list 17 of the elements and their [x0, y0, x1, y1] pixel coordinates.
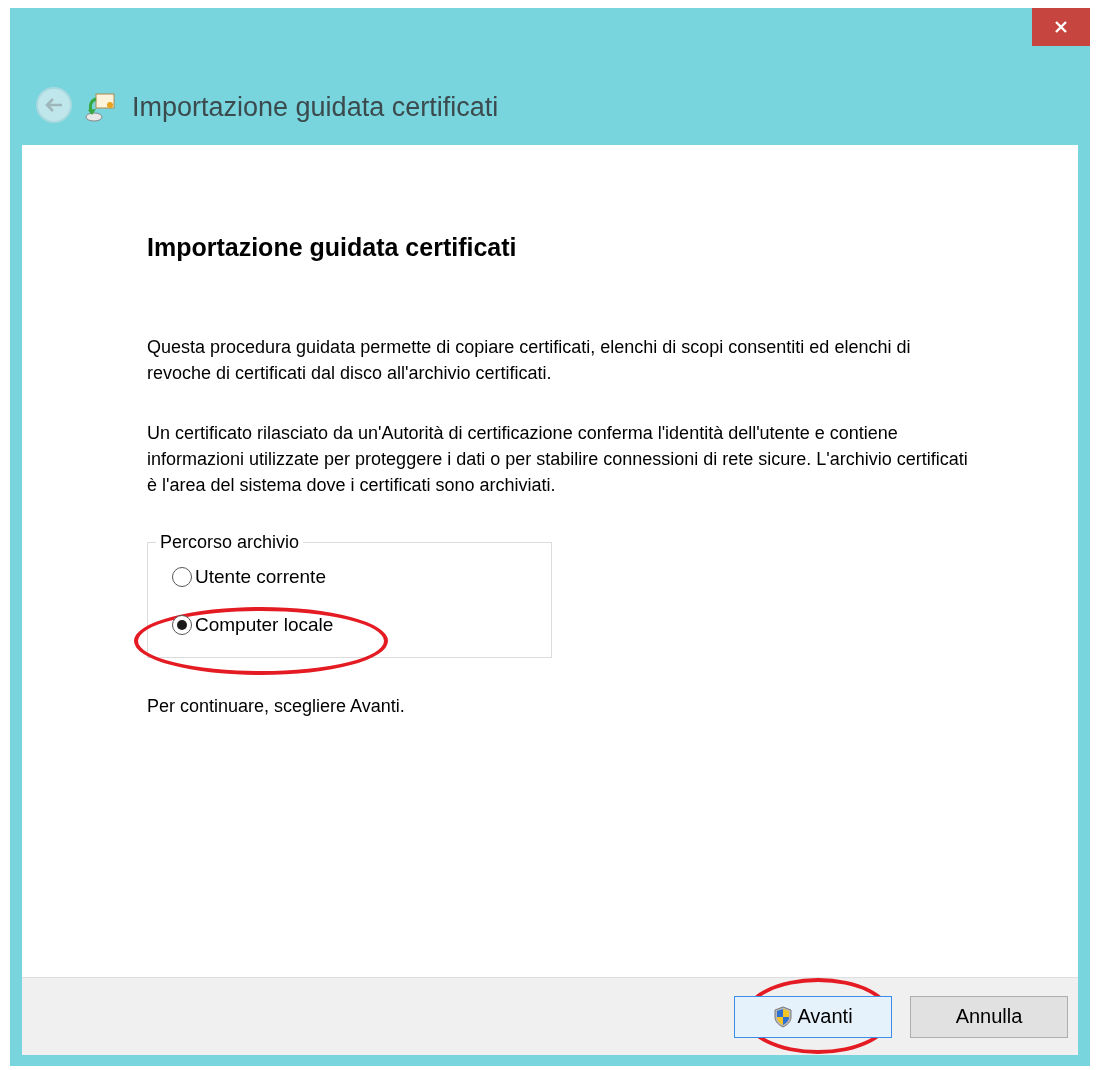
- close-icon: [1054, 20, 1068, 34]
- group-label: Percorso archivio: [159, 532, 301, 553]
- description-paragraph: Questa procedura guidata permette di copiare certificati, elenchi di scopi consentiti ed elenchi di revoche di certificati dal disco all'archivio certificati.: [147, 336, 912, 385]
- radio-label[interactable]: Computer locale: [195, 614, 334, 636]
- cancel-button[interactable]: Annulla: [910, 995, 1068, 1038]
- radio-label[interactable]: Utente corrente: [195, 566, 326, 588]
- back-arrow-icon: [44, 97, 64, 113]
- instruction-text: Per continuare, scegliere Avanti.: [147, 696, 406, 717]
- next-button[interactable]: Avanti: [734, 995, 892, 1038]
- close-button[interactable]: [1032, 8, 1090, 46]
- radio-button[interactable]: [172, 615, 192, 635]
- certificate-icon: [84, 91, 116, 123]
- window-title: Importazione guidata certificati: [132, 92, 499, 123]
- description-paragraph: Un certificato rilasciato da un'Autorità di certificazione conferma l'identità dell'utente e contiene informazioni utilizzate per proteggere i dati o per stabilire connessioni di rete sicure. L'archivio certificati è l'area del sistema dove i certificati sono archiviati.: [147, 422, 969, 497]
- shield-icon: [773, 1005, 794, 1028]
- wizard-heading: Importazione guidata certificati: [147, 233, 518, 262]
- radio-button[interactable]: [172, 567, 192, 587]
